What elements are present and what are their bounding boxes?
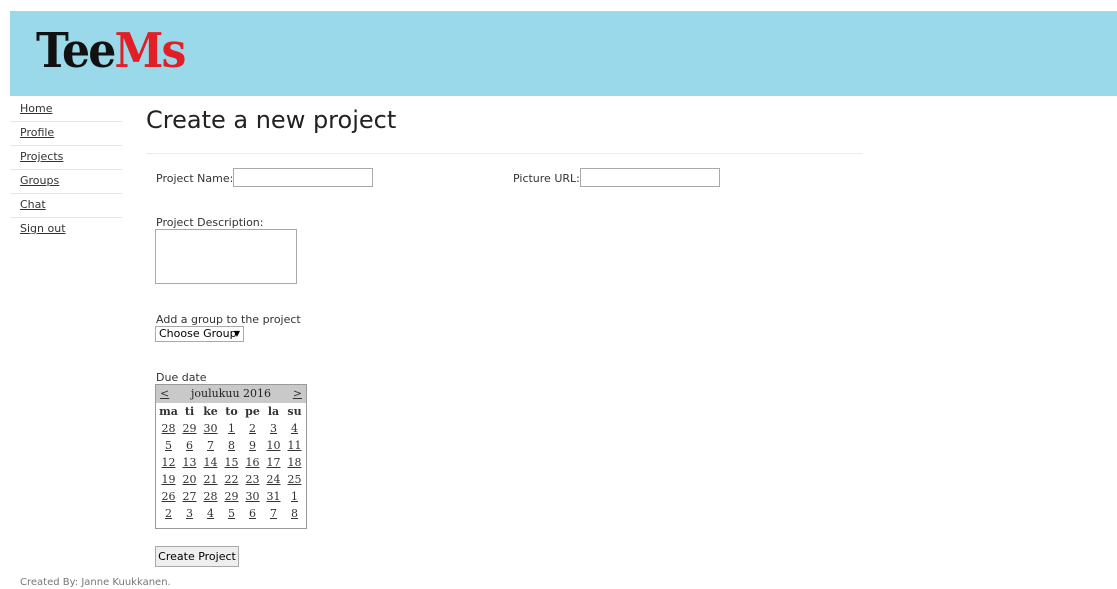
nav-chat-link[interactable]: Chat (10, 194, 122, 218)
create-project-button[interactable]: Create Project (155, 546, 239, 567)
calendar-day[interactable]: 27 (183, 490, 197, 503)
calendar-week-row: 2 3 4 5 6 7 8 (158, 505, 305, 522)
calendar-day[interactable]: 14 (204, 456, 218, 469)
calendar-day[interactable]: 5 (165, 439, 172, 452)
calendar-week-row: 26 27 28 29 30 31 1 (158, 488, 305, 505)
calendar-day[interactable]: 28 (204, 490, 218, 503)
calendar-day[interactable]: 7 (270, 507, 277, 520)
nav-profile-link[interactable]: Profile (10, 122, 122, 146)
title-divider (146, 153, 863, 154)
calendar-day[interactable]: 12 (162, 456, 176, 469)
site-logo[interactable]: TeeMs (36, 21, 186, 81)
calendar-week-row: 19 20 21 22 23 24 25 (158, 471, 305, 488)
calendar-weekday-ma: ma (159, 405, 178, 418)
calendar-day[interactable]: 3 (270, 422, 277, 435)
calendar-month-label: joulukuu 2016 (190, 387, 272, 400)
calendar-day[interactable]: 28 (162, 422, 176, 435)
calendar-day[interactable]: 25 (288, 473, 302, 486)
calendar-day[interactable]: 2 (165, 507, 172, 520)
calendar-day[interactable]: 15 (225, 456, 239, 469)
calendar-day[interactable]: 30 (204, 422, 218, 435)
calendar-day[interactable]: 18 (288, 456, 302, 469)
picture-url-input[interactable] (580, 168, 720, 187)
calendar-day[interactable]: 17 (267, 456, 281, 469)
project-description-textarea[interactable] (155, 229, 297, 284)
picture-url-label: Picture URL: (513, 172, 580, 185)
calendar-day[interactable]: 29 (225, 490, 239, 503)
calendar-day[interactable]: 6 (249, 507, 256, 520)
calendar-header: < joulukuu 2016 > (156, 385, 306, 403)
calendar-day[interactable]: 4 (291, 422, 298, 435)
calendar-grid: ma ti ke to pe la su 28 29 30 1 2 3 4 5 6 7 8 9 10 11 12 13 14… (158, 403, 305, 522)
project-description-label: Project Description: (156, 216, 264, 229)
calendar-day[interactable]: 23 (246, 473, 260, 486)
calendar-week-row: 12 13 14 15 16 17 18 (158, 454, 305, 471)
site-header: TeeMs (10, 11, 1117, 96)
calendar-day[interactable]: 10 (267, 439, 281, 452)
calendar-day[interactable]: 9 (249, 439, 256, 452)
calendar-weekday-su: su (287, 405, 302, 418)
calendar-day[interactable]: 2 (249, 422, 256, 435)
calendar-week-row: 5 6 7 8 9 10 11 (158, 437, 305, 454)
calendar-day[interactable]: 24 (267, 473, 281, 486)
nav-sign-out-link[interactable]: Sign out (10, 218, 122, 241)
calendar-weekday-ke: ke (203, 405, 218, 418)
calendar-day[interactable]: 29 (183, 422, 197, 435)
nav-home-link[interactable]: Home (10, 98, 122, 122)
calendar-day[interactable]: 8 (291, 507, 298, 520)
calendar-day[interactable]: 13 (183, 456, 197, 469)
due-date-label: Due date (156, 371, 207, 384)
calendar-day[interactable]: 5 (228, 507, 235, 520)
nav-groups-link[interactable]: Groups (10, 170, 122, 194)
calendar-week-row: 28 29 30 1 2 3 4 (158, 420, 305, 437)
calendar-day[interactable]: 3 (186, 507, 193, 520)
calendar-day[interactable]: 31 (267, 490, 281, 503)
page-title: Create a new project (146, 106, 397, 134)
calendar-day[interactable]: 1 (291, 490, 298, 503)
calendar-weekday-ti: ti (184, 405, 195, 418)
project-name-input[interactable] (233, 168, 373, 187)
nav-projects-link[interactable]: Projects (10, 146, 122, 170)
calendar-next-button[interactable]: > (293, 385, 302, 403)
calendar-weekday-pe: pe (245, 405, 260, 418)
calendar-day[interactable]: 21 (204, 473, 218, 486)
footer-credit: Created By: Janne Kuukkanen. (20, 577, 171, 588)
group-select[interactable]: Choose Group ▼ (155, 326, 244, 342)
project-name-label: Project Name: (156, 172, 234, 185)
calendar-weekday-la: la (267, 405, 280, 418)
calendar-day[interactable]: 19 (162, 473, 176, 486)
calendar-day[interactable]: 30 (246, 490, 260, 503)
calendar-day[interactable]: 11 (288, 439, 302, 452)
group-select-value: Choose Group (159, 327, 237, 340)
sidebar-nav: Home Profile Projects Groups Chat Sign o… (10, 98, 122, 241)
dropdown-arrow-icon: ▼ (233, 329, 240, 338)
calendar-day[interactable]: 7 (207, 439, 214, 452)
calendar-weekday-to: to (225, 405, 238, 418)
calendar-prev-button[interactable]: < (160, 385, 169, 403)
add-group-label: Add a group to the project (156, 313, 301, 326)
due-date-calendar: < joulukuu 2016 > ma ti ke to pe la su 28 29 30 1… (155, 384, 307, 529)
calendar-day[interactable]: 4 (207, 507, 214, 520)
calendar-day[interactable]: 1 (228, 422, 235, 435)
calendar-day[interactable]: 6 (186, 439, 193, 452)
calendar-day[interactable]: 20 (183, 473, 197, 486)
calendar-day[interactable]: 26 (162, 490, 176, 503)
calendar-day[interactable]: 16 (246, 456, 260, 469)
calendar-day[interactable]: 22 (225, 473, 239, 486)
calendar-day[interactable]: 8 (228, 439, 235, 452)
